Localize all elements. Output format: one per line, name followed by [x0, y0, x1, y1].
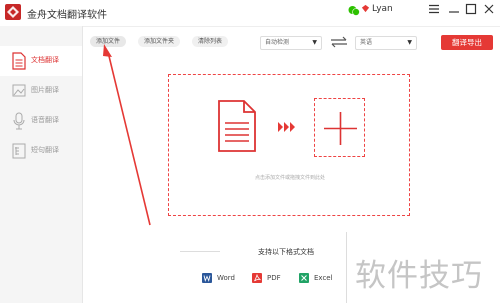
annotation-arrow-icon	[103, 44, 151, 226]
